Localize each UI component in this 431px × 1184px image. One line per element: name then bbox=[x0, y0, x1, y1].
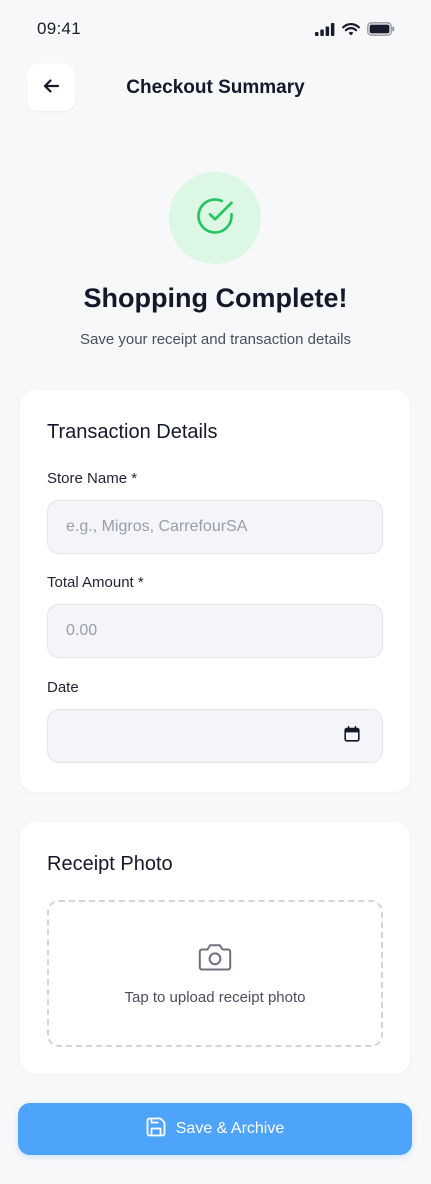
receipt-photo-title: Receipt Photo bbox=[47, 853, 173, 875]
store-name-input[interactable] bbox=[47, 500, 383, 554]
store-name-label: Store Name * bbox=[47, 470, 138, 487]
transaction-details-title: Transaction Details bbox=[47, 421, 218, 443]
success-subtitle: Save your receipt and transaction detail… bbox=[80, 331, 351, 348]
cellular-signal-icon bbox=[315, 22, 335, 41]
total-amount-label: Total Amount * bbox=[47, 574, 144, 591]
wifi-icon bbox=[342, 22, 360, 41]
page-title: Checkout Summary bbox=[126, 77, 305, 98]
checkout-summary-screen: 09:41 Checkout Summary Shopping Complete… bbox=[0, 0, 431, 1184]
save-archive-button[interactable]: Save & Archive bbox=[18, 1103, 412, 1155]
status-bar: 09:41 bbox=[0, 0, 431, 60]
battery-icon bbox=[367, 22, 395, 41]
date-input[interactable] bbox=[47, 709, 383, 763]
status-icons bbox=[315, 22, 395, 41]
transaction-details-card: Transaction Details Store Name * Total A… bbox=[20, 390, 410, 792]
calendar-icon[interactable] bbox=[344, 725, 360, 747]
date-label: Date bbox=[47, 679, 79, 696]
camera-icon bbox=[198, 942, 232, 977]
upload-hint: Tap to upload receipt photo bbox=[124, 988, 306, 1006]
success-title: Shopping Complete! bbox=[83, 283, 348, 313]
success-badge bbox=[169, 172, 261, 264]
receipt-upload-area[interactable]: Tap to upload receipt photo bbox=[47, 900, 383, 1047]
receipt-photo-card: Receipt Photo Tap to upload receipt phot… bbox=[20, 822, 410, 1074]
save-archive-label: Save & Archive bbox=[175, 1120, 285, 1137]
check-circle-icon bbox=[193, 194, 237, 243]
status-time: 09:41 bbox=[37, 19, 82, 38]
total-amount-input[interactable] bbox=[47, 604, 383, 658]
save-icon bbox=[146, 1117, 166, 1142]
